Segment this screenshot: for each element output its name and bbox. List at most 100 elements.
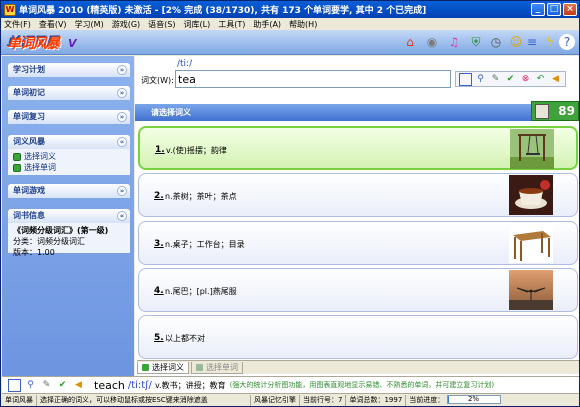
panel-title: 单词初记 (13, 88, 45, 97)
home-icon[interactable]: ⌂ (401, 33, 419, 51)
status-app: 单词风暴 (2, 394, 37, 406)
panel-first-memory[interactable]: 单词初记 » (8, 86, 130, 100)
chevron-down-icon[interactable]: » (117, 88, 127, 98)
app-logo-text: 单词风暴 (7, 36, 60, 52)
option-5[interactable]: 5. 以上都不对 (138, 315, 578, 359)
option-2[interactable]: 2. n.茶树；茶叶；茶点 (138, 173, 578, 217)
maximize-button[interactable]: □ (547, 3, 561, 16)
edit-icon[interactable]: ✎ (40, 379, 53, 392)
delete-icon[interactable]: ⊗ (519, 73, 532, 86)
chevron-down-icon[interactable]: » (117, 112, 127, 122)
question-icon[interactable]: ? (559, 34, 575, 50)
status-total-label: 单词总数： (349, 395, 385, 404)
main-panel: /ti:/ 词文(W): ⚲ ✎ ✔ ⊗ ↶ ◀ 请选择词义 89 1. v.(… (135, 56, 579, 376)
timer-icon[interactable]: ◷ (487, 33, 505, 51)
tab-label: 选择词义 (152, 362, 184, 372)
option-text: n.尾巴；[pl.]燕尾服 (165, 287, 237, 296)
tab-label: 选择单词 (206, 362, 238, 372)
chevron-down-icon[interactable]: » (117, 186, 127, 196)
shield-icon[interactable]: ⛨ (467, 33, 485, 51)
sidebar-item-choose-meaning[interactable]: 选择词义 (13, 151, 125, 162)
sidebar-item-label: 选择词义 (24, 152, 56, 161)
panel-title: 词书信息 (13, 211, 45, 220)
panel-title: 学习计划 (13, 65, 45, 74)
score-box: 89 (531, 101, 579, 121)
checklist-icon (196, 363, 203, 371)
swing-image (510, 129, 554, 169)
table-image (509, 223, 553, 263)
option-3[interactable]: 3. n.桌子；工作台；目录 (138, 221, 578, 265)
speaker-icon[interactable]: ◀ (72, 379, 85, 392)
option-4[interactable]: 4. n.尾巴；[pl.]燕尾服 (138, 268, 578, 312)
search-icon[interactable]: ⚲ (474, 73, 487, 86)
status-progress-label: 当前进度： (409, 395, 445, 404)
check-icon[interactable]: ✔ (56, 379, 69, 392)
speaker-icon[interactable]: ◀ (549, 73, 562, 86)
bottom-definition: v.教书；讲授；教育 (154, 380, 226, 390)
cd-icon[interactable]: ◉ (423, 33, 441, 51)
menu-help[interactable]: 帮助(H) (289, 19, 317, 30)
panel-title: 词义风暴 (13, 137, 45, 146)
status-progress: 当前进度： 2% (406, 395, 503, 406)
chevron-up-icon[interactable]: « (117, 211, 127, 221)
menu-learn[interactable]: 学习(M) (75, 19, 104, 30)
option-text: n.桌子；工作台；目录 (165, 240, 245, 249)
search-icon[interactable]: ⚲ (24, 379, 37, 392)
tea-image (509, 175, 553, 215)
notes-icon[interactable]: ≡ (523, 33, 541, 51)
panel-review[interactable]: 单词复习 » (8, 110, 130, 124)
progress-bar: 2% (446, 395, 501, 404)
edit-icon[interactable]: ✎ (489, 73, 502, 86)
status-total: 单词总数：1997 (346, 394, 407, 406)
option-text: v.(使)摇摆；韵律 (166, 146, 227, 155)
checklist-icon (13, 152, 21, 161)
close-button[interactable]: × (563, 3, 577, 16)
option-number: 1. (155, 145, 165, 155)
menu-file[interactable]: 文件(F) (4, 19, 31, 30)
undo-icon[interactable]: ↶ (534, 73, 547, 86)
title-bar: W 单词风暴 2010 (精英版) 未激活 - [2% 完成 (38/1730)… (1, 1, 579, 18)
minimize-button[interactable]: _ (531, 3, 545, 16)
word-toolbar: ⚲ ✎ ✔ ⊗ ↶ ◀ (455, 71, 566, 87)
panel-word-game[interactable]: 单词游戏 » (8, 184, 130, 198)
progress-value: 2% (467, 395, 480, 403)
status-engine: 风暴记忆引擎 (251, 394, 300, 406)
menu-assistant[interactable]: 助手(A) (253, 19, 281, 30)
sidebar: 学习计划 » 单词初记 » 单词复习 » 词义风暴 « 选择词义 选择单词 单词 (2, 56, 134, 376)
panel-study-plan[interactable]: 学习计划 » (8, 63, 130, 77)
status-current-label: 当前行号： (303, 395, 338, 404)
music-icon[interactable]: ♫ (445, 33, 463, 51)
menu-tools[interactable]: 工具(T) (218, 19, 245, 30)
panel-title: 单词复习 (13, 112, 45, 121)
lightning-icon[interactable]: ϟ (541, 33, 559, 51)
option-number: 4. (154, 286, 164, 296)
menu-voice[interactable]: 语音(S) (148, 19, 175, 30)
status-current-value: 7 (338, 395, 343, 404)
checklist-icon (142, 363, 149, 371)
whale-tail-image (509, 270, 553, 310)
sidebar-item-choose-word[interactable]: 选择单词 (13, 162, 125, 173)
chevron-down-icon[interactable]: » (117, 65, 127, 75)
mode-tabs: 选择词义 选择单词 (137, 360, 579, 374)
tab-choose-meaning[interactable]: 选择词义 (137, 361, 189, 374)
bottom-phonetic: /ti:tʃ/ (127, 379, 152, 391)
panel-book-info[interactable]: 词书信息 « (8, 209, 130, 223)
menu-library[interactable]: 词库(L) (184, 19, 211, 30)
frame-icon[interactable] (8, 378, 21, 392)
logo-mark: V (68, 37, 77, 50)
app-window: W 单词风暴 2010 (精英版) 未激活 - [2% 完成 (38/1730)… (0, 0, 580, 407)
option-1[interactable]: 1. v.(使)摇摆；韵律 (138, 126, 578, 170)
check-icon[interactable]: ✔ (504, 73, 517, 86)
frame-icon[interactable] (459, 72, 472, 86)
book-version: 版本：1.00 (13, 248, 55, 257)
option-text: n.茶树；茶叶；茶点 (165, 192, 237, 201)
tab-choose-word[interactable]: 选择单词 (191, 361, 243, 374)
menu-view[interactable]: 查看(V) (39, 19, 67, 30)
chevron-up-icon[interactable]: « (117, 137, 127, 147)
word-input[interactable] (175, 70, 451, 88)
menu-game[interactable]: 游戏(G) (112, 19, 140, 30)
menu-bar: 文件(F) 查看(V) 学习(M) 游戏(G) 语音(S) 词库(L) 工具(T… (1, 18, 579, 30)
word-info-bar: ⚲ ✎ ✔ ◀ teach /ti:tʃ/ v.教书；讲授；教育 (强大的统计分… (2, 376, 579, 393)
app-logo-icon: W (4, 3, 16, 16)
panel-meaning-storm[interactable]: 词义风暴 « (8, 135, 130, 149)
